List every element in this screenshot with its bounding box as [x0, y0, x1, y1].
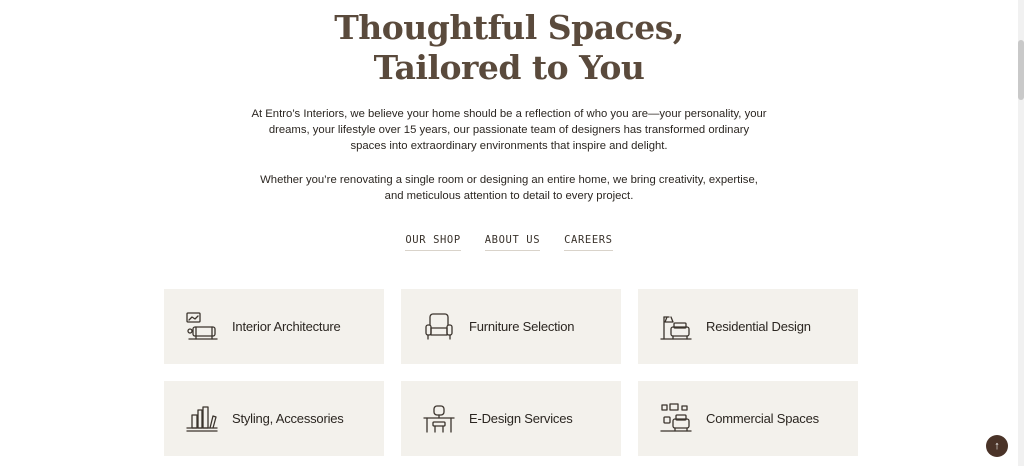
- page-title: Thoughtful Spaces, Tailored to You: [0, 8, 1018, 88]
- service-card-residential-design[interactable]: Residential Design: [638, 289, 858, 364]
- title-line-2: Tailored to You: [373, 48, 645, 87]
- scrollbar-thumb[interactable]: [1018, 40, 1024, 100]
- service-label: E-Design Services: [469, 411, 573, 426]
- arrow-up-icon: ↑: [994, 440, 1000, 452]
- secondary-paragraph: Whether you’re renovating a single room …: [260, 174, 758, 202]
- intro-paragraph: At Entro’s Interiors, we believe your ho…: [251, 108, 767, 152]
- service-card-commercial-spaces[interactable]: Commercial Spaces: [638, 381, 858, 456]
- service-label: Commercial Spaces: [706, 411, 819, 426]
- service-card-e-design-services[interactable]: E-Design Services: [401, 381, 621, 456]
- back-to-top-button[interactable]: ↑: [986, 435, 1008, 457]
- armchair-icon: [421, 309, 457, 345]
- service-label: Styling, Accessories: [232, 411, 344, 426]
- service-card-furniture-selection[interactable]: Furniture Selection: [401, 289, 621, 364]
- residential-design-icon: [658, 309, 694, 345]
- service-label: Interior Architecture: [232, 319, 341, 334]
- nav-link-careers[interactable]: CAREERS: [564, 234, 613, 251]
- nav-link-about-us[interactable]: ABOUT US: [484, 234, 541, 251]
- nav-link-our-shop[interactable]: OUR SHOP: [405, 234, 461, 251]
- scrollbar[interactable]: [1018, 0, 1024, 466]
- service-label: Furniture Selection: [469, 319, 575, 334]
- service-card-interior-architecture[interactable]: Interior Architecture: [164, 289, 384, 364]
- service-card-styling-accessories[interactable]: Styling, Accessories: [164, 381, 384, 456]
- books-shelf-icon: [184, 401, 220, 437]
- commercial-spaces-icon: [658, 401, 694, 437]
- desk-chair-icon: [421, 401, 457, 437]
- service-label: Residential Design: [706, 319, 811, 334]
- title-line-1: Thoughtful Spaces,: [334, 8, 684, 47]
- section-nav: OUR SHOP ABOUT US CAREERS: [0, 234, 1018, 251]
- interior-architecture-icon: [184, 309, 220, 345]
